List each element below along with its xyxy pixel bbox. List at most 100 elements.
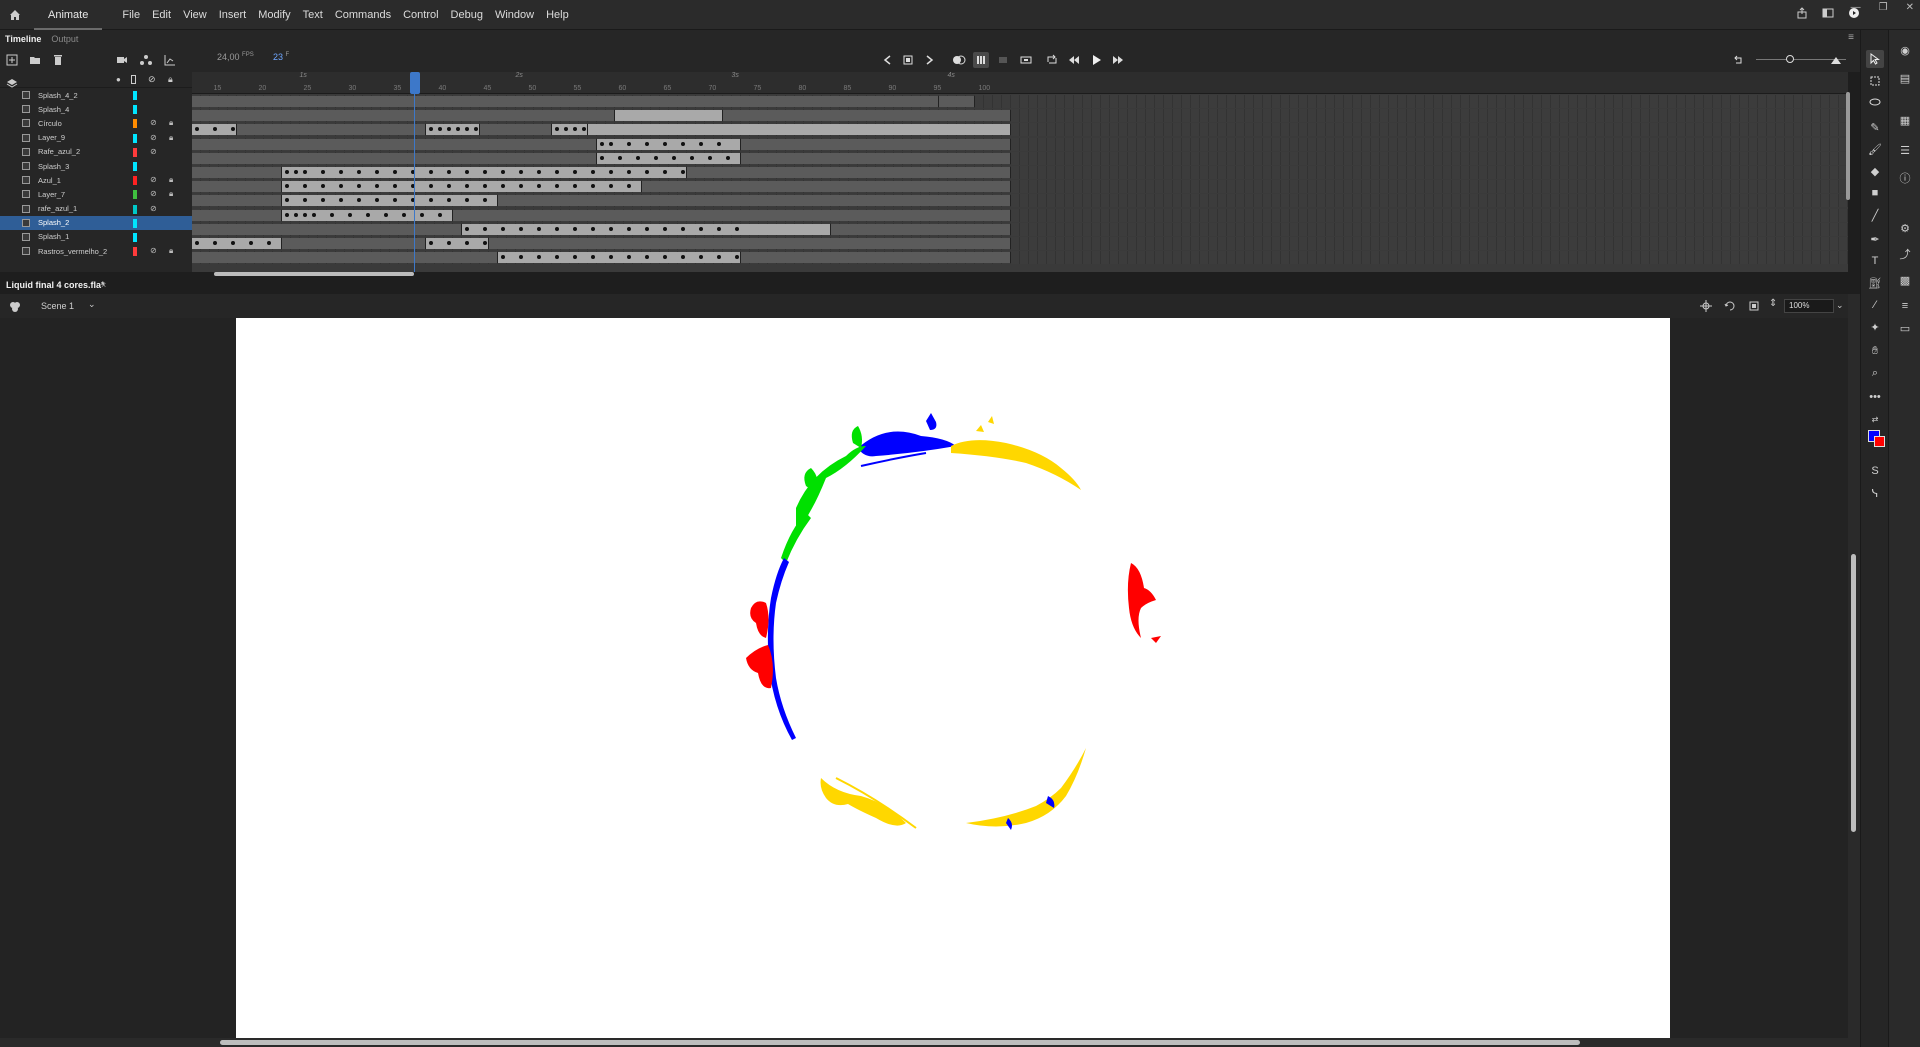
frame-span[interactable] bbox=[192, 195, 282, 207]
keyframe[interactable] bbox=[428, 184, 433, 189]
keyframe[interactable] bbox=[284, 170, 289, 174]
keyframe[interactable] bbox=[536, 170, 541, 174]
zoom-stepper-icon[interactable]: ⇕ bbox=[1769, 298, 1777, 309]
paint-bucket-icon[interactable]: ⛽︎ bbox=[1866, 274, 1884, 292]
panel-menu-icon[interactable]: ≡ bbox=[1848, 32, 1854, 43]
canvas-vscroll-thumb[interactable] bbox=[1851, 554, 1856, 832]
keyframe[interactable] bbox=[608, 170, 613, 174]
library-icon[interactable]: ▤ bbox=[1897, 70, 1913, 86]
free-transform-icon[interactable] bbox=[1866, 72, 1884, 90]
canvas-hscrollbar[interactable] bbox=[0, 1038, 1848, 1047]
keyframe[interactable] bbox=[590, 255, 595, 260]
layer-color-swatch[interactable] bbox=[133, 91, 137, 100]
loop-icon[interactable] bbox=[1044, 52, 1060, 68]
undo-zoom-icon[interactable] bbox=[1730, 52, 1746, 68]
selection-tool-icon[interactable] bbox=[1866, 50, 1884, 68]
layer-color-swatch[interactable] bbox=[133, 232, 137, 242]
menu-file[interactable]: File bbox=[122, 9, 140, 21]
new-folder-icon[interactable] bbox=[27, 52, 43, 68]
keyframe[interactable] bbox=[680, 141, 685, 146]
camera-icon[interactable] bbox=[114, 52, 130, 68]
keyframe[interactable] bbox=[374, 170, 379, 174]
keyframe[interactable] bbox=[680, 226, 685, 231]
frame-span[interactable] bbox=[192, 223, 462, 235]
fps-display[interactable]: 24,00 FPS bbox=[217, 52, 254, 62]
mountain-icon[interactable] bbox=[1828, 52, 1844, 68]
hidden-eye-icon[interactable]: ⊘ bbox=[150, 147, 157, 156]
layer-name[interactable]: Splash_3 bbox=[38, 162, 134, 171]
current-frame-display[interactable]: 23 F bbox=[273, 52, 289, 62]
layer-color-swatch[interactable] bbox=[133, 190, 137, 200]
tab-timeline[interactable]: Timeline bbox=[0, 34, 46, 44]
keyframe[interactable] bbox=[590, 226, 595, 231]
frame-row[interactable] bbox=[192, 137, 1848, 151]
frame-span[interactable] bbox=[615, 110, 723, 122]
keyframe[interactable] bbox=[473, 127, 478, 132]
keyframe[interactable] bbox=[419, 212, 424, 217]
onion-outline-icon[interactable] bbox=[973, 52, 989, 68]
layer-row[interactable]: Rastros_vermelho_2 ⊘ 🔒︎ bbox=[0, 244, 192, 258]
menu-debug[interactable]: Debug bbox=[451, 9, 483, 21]
keyframe[interactable] bbox=[572, 170, 577, 174]
keyframe[interactable] bbox=[572, 127, 577, 132]
layer-row[interactable]: Splash_4_2 bbox=[0, 88, 192, 102]
brush-icon[interactable]: 🖌︎ bbox=[1866, 140, 1884, 158]
keyframe[interactable] bbox=[212, 241, 217, 245]
keyframe[interactable] bbox=[293, 212, 298, 217]
eraser-icon[interactable]: ◆ bbox=[1866, 162, 1884, 180]
keyframe[interactable] bbox=[734, 255, 739, 260]
keyframe[interactable] bbox=[428, 198, 433, 203]
onion-skin-icon[interactable] bbox=[951, 52, 967, 68]
keyframe[interactable] bbox=[518, 184, 523, 189]
frame-span[interactable] bbox=[282, 181, 642, 193]
keyframe[interactable] bbox=[428, 170, 433, 174]
hidden-eye-icon[interactable]: ⊘ bbox=[150, 246, 157, 255]
next-keyframe-icon[interactable] bbox=[922, 52, 938, 68]
frame-span[interactable] bbox=[489, 238, 1011, 249]
keyframe[interactable] bbox=[608, 255, 613, 260]
frame-picker-icon[interactable]: ▭ bbox=[1897, 320, 1913, 336]
step-back-icon[interactable] bbox=[1066, 52, 1082, 68]
scene-label[interactable]: Scene 1 bbox=[41, 301, 74, 311]
layer-name[interactable]: Círculo bbox=[38, 119, 134, 128]
layer-name[interactable]: Splash_1 bbox=[38, 232, 134, 241]
layer-color-swatch[interactable] bbox=[133, 176, 137, 186]
keyframe[interactable] bbox=[644, 141, 649, 146]
tab-output[interactable]: Output bbox=[46, 34, 83, 44]
step-forward-icon[interactable] bbox=[1110, 52, 1126, 68]
keyframe[interactable] bbox=[680, 255, 685, 260]
keyframe[interactable] bbox=[644, 226, 649, 231]
maximize-icon[interactable]: ❐ bbox=[1879, 2, 1888, 13]
keyframe[interactable] bbox=[716, 226, 721, 231]
frame-row[interactable] bbox=[192, 180, 1848, 194]
layer-color-swatch[interactable] bbox=[133, 161, 137, 171]
layer-row[interactable]: Splash_2 bbox=[0, 215, 192, 230]
frame-row[interactable] bbox=[192, 208, 1848, 222]
layer-row[interactable]: Círculo ⊘ 🔒︎ bbox=[0, 116, 192, 130]
keyframe[interactable] bbox=[482, 241, 487, 245]
frame-span[interactable] bbox=[192, 152, 597, 164]
frame-span[interactable] bbox=[498, 195, 1011, 207]
layer-name[interactable]: Layer_7 bbox=[38, 190, 134, 199]
keyframe[interactable] bbox=[230, 241, 235, 245]
keyframe[interactable] bbox=[572, 226, 577, 231]
keyframe[interactable] bbox=[374, 198, 379, 203]
keyframe[interactable] bbox=[356, 198, 361, 203]
keyframe[interactable] bbox=[356, 170, 361, 174]
keyframe[interactable] bbox=[455, 127, 460, 132]
keyframe[interactable] bbox=[626, 184, 631, 189]
keyframe[interactable] bbox=[626, 141, 631, 146]
close-document-icon[interactable]: × bbox=[101, 280, 106, 290]
hide-all-icon[interactable]: ⊘ bbox=[148, 74, 156, 85]
keyframe[interactable] bbox=[284, 212, 289, 217]
frame-span[interactable] bbox=[192, 209, 282, 221]
keyframe[interactable] bbox=[662, 255, 667, 260]
pen-icon[interactable]: ✒ bbox=[1866, 230, 1884, 248]
keyframe[interactable] bbox=[707, 155, 712, 160]
keyframe[interactable] bbox=[392, 170, 397, 174]
frame-row[interactable] bbox=[192, 194, 1848, 208]
splash-ring-artwork[interactable] bbox=[236, 318, 1670, 1038]
keyframe[interactable] bbox=[311, 212, 316, 217]
frame-span[interactable] bbox=[480, 124, 552, 136]
hidden-eye-icon[interactable]: ⊘ bbox=[150, 189, 157, 198]
